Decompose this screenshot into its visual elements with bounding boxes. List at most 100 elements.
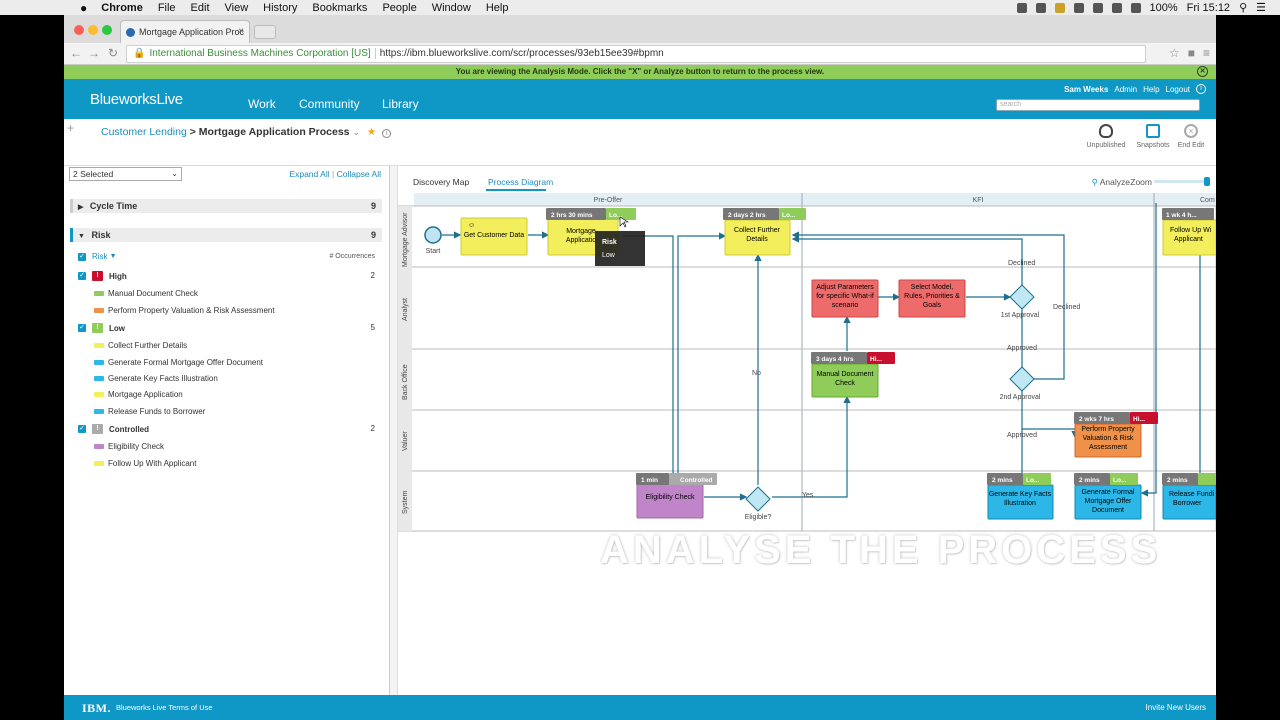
- minimize-window-icon[interactable]: [88, 25, 98, 35]
- high-count: 2: [370, 271, 375, 280]
- risk-all-checkbox[interactable]: ✓: [78, 252, 86, 261]
- search-input[interactable]: search: [996, 99, 1200, 111]
- selection-dropdown[interactable]: 2 Selected ⌄: [69, 167, 182, 181]
- maximize-window-icon[interactable]: [102, 25, 112, 35]
- gateway-eligible[interactable]: [745, 486, 771, 512]
- high-checkbox[interactable]: ✓: [78, 272, 86, 280]
- list-item[interactable]: Generate Key Facts Illustration: [94, 374, 218, 383]
- close-analysis-icon[interactable]: ✕: [1197, 66, 1208, 77]
- battery-level[interactable]: 100%: [1150, 2, 1178, 14]
- low-checkbox[interactable]: ✓: [78, 324, 86, 332]
- risk-tooltip: [595, 231, 645, 266]
- menu-people[interactable]: People: [382, 2, 416, 14]
- expand-all-link[interactable]: Expand All: [289, 169, 329, 179]
- risk-column-header[interactable]: Risk: [92, 252, 108, 261]
- back-icon[interactable]: ←: [70, 46, 82, 60]
- list-item[interactable]: Perform Property Valuation & Risk Assess…: [94, 306, 275, 315]
- start-event[interactable]: [424, 226, 442, 244]
- invite-users-link[interactable]: Invite New Users: [1146, 703, 1206, 712]
- breadcrumb-parent[interactable]: Customer Lending: [101, 126, 187, 138]
- section-risk[interactable]: ▼ Risk 9: [70, 228, 382, 242]
- list-item[interactable]: Collect Further Details: [94, 341, 187, 350]
- spotlight-icon[interactable]: ⚲: [1239, 1, 1247, 14]
- zoom-slider-handle[interactable]: [1204, 177, 1210, 186]
- badge-text: Controlled: [680, 477, 713, 484]
- nav-work[interactable]: Work: [248, 97, 276, 111]
- cloud-icon[interactable]: [1073, 2, 1084, 13]
- close-window-icon[interactable]: [74, 25, 84, 35]
- user-name[interactable]: Sam Weeks: [1064, 85, 1108, 94]
- task-label: Check: [835, 380, 855, 387]
- section-cycle-time[interactable]: ▶ Cycle Time 9: [70, 199, 382, 213]
- task-label: Release Fundi: [1169, 491, 1215, 498]
- url-field[interactable]: 🔒 International Business Machines Corpora…: [126, 45, 1146, 63]
- ev-certificate-org[interactable]: International Business Machines Corporat…: [149, 48, 376, 59]
- unpublished-button[interactable]: Unpublished: [1086, 124, 1126, 149]
- forward-icon[interactable]: →: [88, 46, 100, 60]
- dropbox-icon[interactable]: [1092, 2, 1103, 13]
- list-item[interactable]: Eligibility Check: [94, 442, 164, 451]
- logout-link[interactable]: Logout: [1166, 85, 1190, 94]
- browser-tab[interactable]: Mortgage Application Proc ×: [120, 20, 250, 43]
- reload-icon[interactable]: ↻: [108, 46, 118, 60]
- chrome-menu-icon[interactable]: ≡: [1203, 46, 1210, 60]
- wifi-icon[interactable]: [1130, 2, 1141, 13]
- task-eligibility-check[interactable]: [636, 483, 704, 519]
- nav-community[interactable]: Community: [299, 97, 360, 111]
- favorite-star-icon[interactable]: ★: [367, 126, 376, 138]
- admin-link[interactable]: Admin: [1114, 85, 1137, 94]
- sort-down-icon[interactable]: ▼: [110, 253, 117, 260]
- menu-edit[interactable]: Edit: [191, 2, 210, 14]
- zoom-slider[interactable]: [1154, 177, 1210, 186]
- menu-app-name[interactable]: Chrome: [101, 2, 143, 14]
- menu-bookmarks[interactable]: Bookmarks: [312, 2, 367, 14]
- menu-history[interactable]: History: [263, 2, 297, 14]
- tab-process-diagram[interactable]: Process Diagram: [488, 177, 553, 187]
- end-edit-button[interactable]: × End Edit: [1171, 124, 1211, 149]
- menu-view[interactable]: View: [225, 2, 249, 14]
- controlled-checkbox[interactable]: ✓: [78, 425, 86, 433]
- lane-back-office: Back Office: [402, 364, 409, 400]
- list-item[interactable]: Follow Up With Applicant: [94, 459, 196, 468]
- menu-help[interactable]: Help: [486, 2, 509, 14]
- list-item[interactable]: Release Funds to Borrower: [94, 407, 205, 416]
- help-link[interactable]: Help: [1143, 85, 1159, 94]
- task-label: Details: [746, 236, 768, 243]
- chevron-down-icon[interactable]: ⌄: [352, 127, 360, 137]
- bookmark-star-icon[interactable]: ☆: [1169, 46, 1180, 60]
- menu-file[interactable]: File: [158, 2, 176, 14]
- edge-label-declined: Declined: [1053, 304, 1080, 311]
- sync-icon[interactable]: [1035, 2, 1046, 13]
- list-item[interactable]: Manual Document Check: [94, 289, 198, 298]
- nav-library[interactable]: Library: [382, 97, 419, 111]
- collapse-all-link[interactable]: Collapse All: [337, 169, 381, 179]
- new-tab-button[interactable]: [254, 25, 276, 39]
- close-tab-icon[interactable]: ×: [238, 26, 244, 37]
- process-info-icon[interactable]: i: [382, 129, 392, 138]
- plus-icon[interactable]: +: [67, 121, 74, 135]
- edge-label-declined: Declined: [1008, 260, 1035, 267]
- link-divider: |: [331, 169, 335, 179]
- notification-list-icon[interactable]: ☰: [1256, 1, 1266, 14]
- menu-window[interactable]: Window: [432, 2, 471, 14]
- gateway-2nd-approval[interactable]: [1009, 366, 1035, 392]
- gateway-1st-approval[interactable]: [1009, 284, 1035, 310]
- grid-icon[interactable]: [1111, 2, 1122, 13]
- snapshots-button[interactable]: Snapshots: [1133, 124, 1173, 149]
- record-icon[interactable]: [1016, 2, 1027, 13]
- cycle-time-label: Cycle Time: [89, 201, 138, 211]
- clock[interactable]: Fri 15:12: [1187, 2, 1230, 14]
- info-icon[interactable]: i: [1196, 84, 1206, 94]
- panel-splitter[interactable]: [390, 166, 398, 695]
- list-item[interactable]: Mortgage Application: [94, 390, 183, 399]
- list-item[interactable]: Generate Formal Mortgage Offer Document: [94, 358, 263, 367]
- badge-text: 2 days 2 hrs: [728, 212, 766, 219]
- apple-menu-icon[interactable]: ●: [80, 1, 87, 15]
- logo[interactable]: BlueworksLive: [90, 91, 183, 108]
- tab-discovery-map[interactable]: Discovery Map: [413, 177, 469, 187]
- shield-icon[interactable]: [1054, 2, 1065, 13]
- analysis-mode-banner: You are viewing the Analysis Mode. Click…: [64, 65, 1216, 79]
- terms-link[interactable]: Blueworks Live Terms of Use: [116, 703, 213, 712]
- analyze-button[interactable]: ⚲ Analyze: [1092, 177, 1130, 188]
- extension-icon[interactable]: ■: [1188, 46, 1195, 60]
